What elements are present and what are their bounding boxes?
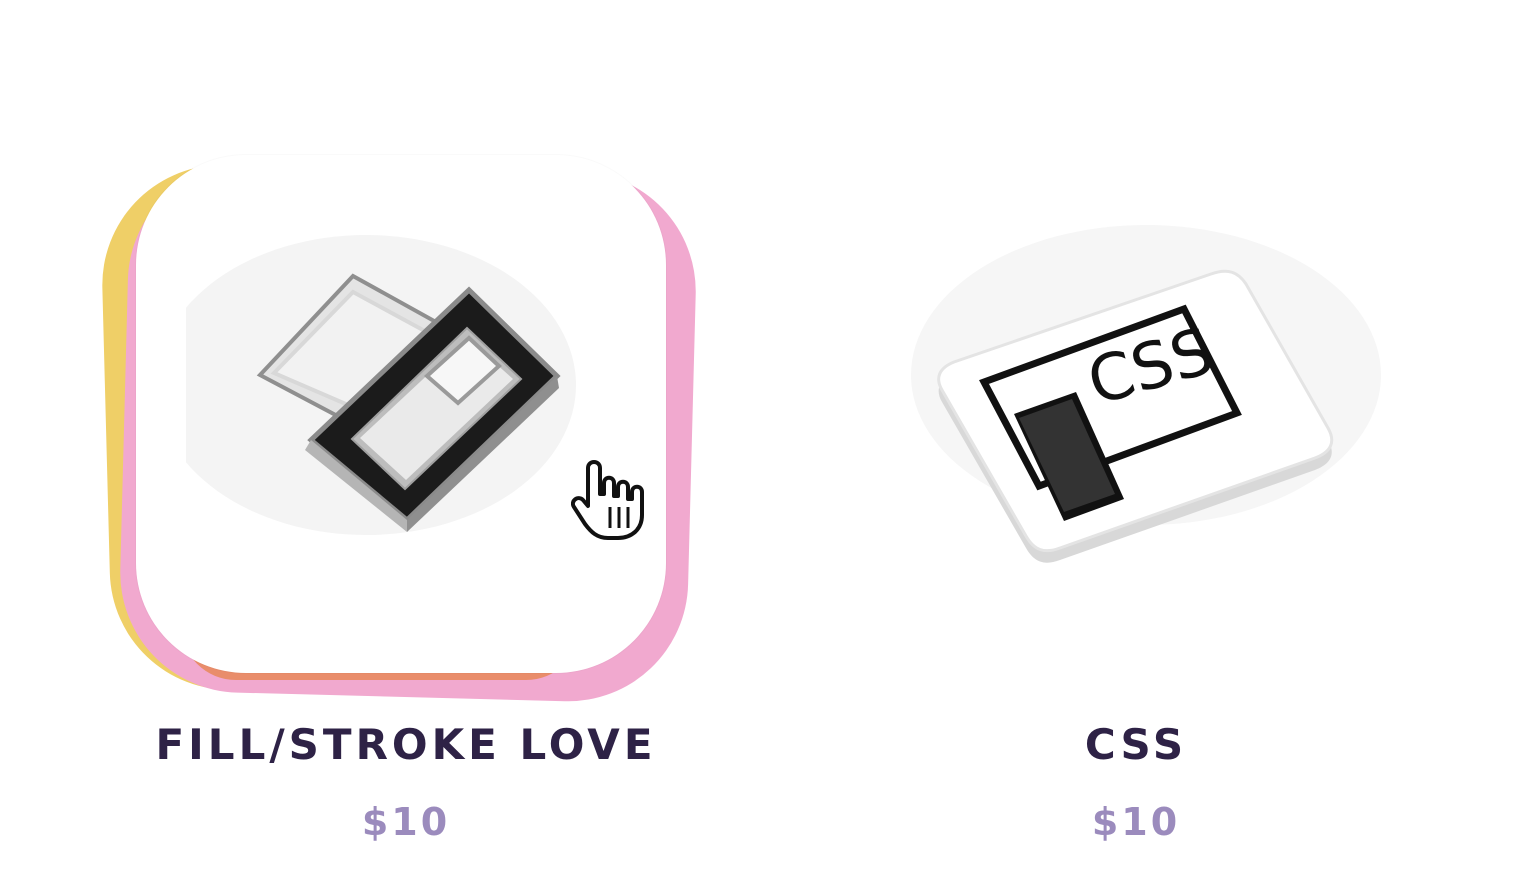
product-title[interactable]: CSS	[826, 720, 1446, 769]
product-title[interactable]: FILL/STROKE LOVE	[96, 720, 716, 769]
heart-pin-icon	[186, 235, 576, 535]
css-pin-icon: CSS	[911, 225, 1381, 563]
product-card-css[interactable]: CSS CSS $10	[826, 0, 1446, 892]
product-price: $10	[361, 800, 451, 844]
product-price: $10	[1091, 800, 1181, 844]
product-card-fill-stroke-love[interactable]: FILL/STROKE LOVE $10	[96, 0, 716, 892]
